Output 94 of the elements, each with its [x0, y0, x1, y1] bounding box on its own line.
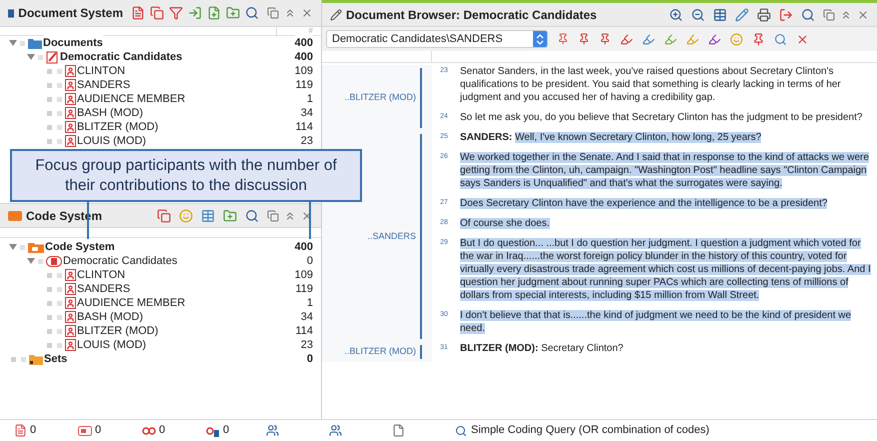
document-path-dropdown[interactable]: Democratic Candidates\SANDERS	[326, 30, 548, 48]
filter-icon[interactable]	[169, 6, 183, 20]
count-label: 119	[295, 76, 313, 94]
search-icon[interactable]	[245, 208, 259, 222]
highlighter-icon[interactable]	[642, 32, 655, 46]
paragraph-text: SANDERS: Well, I've known Secretary Clinton, how long, 25 years?	[459, 131, 762, 144]
person-icon	[65, 93, 76, 105]
paragraph-text: But I do question... ...but I do question her judgment. I question a judgment which voted for the war in Iraq......the worst foreign policy blunder in the history of this country, voted for virtually every disastrous trade agreement which cost us millions of decent-paying jobs. And I question her judgment about running super PACs which are collecting tens of millions of dollars from special interests, including $15 million from Wall Street.	[459, 237, 872, 302]
new-document-icon[interactable]	[207, 6, 221, 20]
import-icon[interactable]	[188, 6, 202, 20]
set-folder-icon	[29, 354, 43, 364]
export-icon[interactable]	[779, 8, 793, 22]
person-icon	[65, 325, 76, 337]
panel-title: Document System	[18, 5, 123, 22]
folder-icon	[28, 38, 42, 48]
maximize-icon[interactable]	[284, 210, 296, 222]
table-icon[interactable]	[201, 208, 215, 222]
document-set-icon	[46, 50, 59, 64]
callout: Focus group participants with the number of their contributions to the discussion	[10, 149, 362, 202]
expanded-triangle-icon[interactable]	[27, 53, 35, 61]
count-label: 0	[30, 423, 36, 438]
highlighter-icon[interactable]	[708, 32, 721, 46]
edit-icon[interactable]	[735, 8, 749, 22]
print-icon[interactable]	[757, 8, 771, 22]
tree-item[interactable]: Code System	[45, 238, 115, 256]
person-icon	[65, 297, 76, 309]
code-pin-icon[interactable]	[557, 33, 569, 45]
document-icon[interactable]	[14, 424, 27, 437]
variable-icon[interactable]	[206, 424, 220, 436]
person-icon	[65, 339, 76, 351]
person-icon	[65, 269, 76, 281]
code-margin-label[interactable]: ..BLITZER (MOD)	[344, 91, 416, 105]
person-icon	[65, 65, 76, 77]
count-label: 23	[300, 132, 313, 150]
maximize-icon[interactable]	[840, 8, 852, 20]
close-icon[interactable]	[796, 32, 809, 46]
paragraph-text: Of course she does.	[459, 217, 550, 230]
code-margin-label[interactable]: ..SANDERS	[367, 230, 416, 244]
panel-title: Document Browser: Democratic Candidates	[346, 6, 597, 24]
edit-icon[interactable]	[330, 8, 342, 20]
tree-item[interactable]: AUDIENCE MEMBER	[77, 90, 186, 108]
search-icon[interactable]	[774, 32, 787, 46]
copy-icon[interactable]	[157, 208, 171, 222]
close-icon[interactable]	[857, 8, 869, 20]
copy-icon[interactable]	[150, 6, 164, 20]
code-folder-icon	[28, 242, 44, 252]
expanded-triangle-icon[interactable]	[9, 243, 17, 251]
query-label: Simple Coding Query (OR combination of codes)	[471, 423, 710, 438]
person-icon	[65, 107, 76, 119]
restore-icon[interactable]	[823, 8, 835, 20]
expanded-triangle-icon[interactable]	[27, 257, 35, 265]
user-icon[interactable]	[266, 424, 279, 437]
code-system-icon	[8, 210, 22, 220]
dropdown-stepper-icon	[533, 31, 547, 47]
search-icon[interactable]	[801, 8, 815, 22]
table-icon[interactable]	[713, 8, 727, 22]
zoom-out-icon[interactable]	[691, 8, 705, 22]
document-icon[interactable]	[392, 424, 405, 437]
new-folder-icon[interactable]	[226, 6, 240, 20]
person-icon	[65, 283, 76, 295]
new-code-icon[interactable]	[223, 208, 237, 222]
paragraph-text: Senator Sanders, in the last week, you've raised questions about Secretary Clinton's qualifications to be president. You said that something is clearly lacking in terms of her judgment and you accused her of having a credibility gap.	[458, 65, 842, 104]
count-label: 0	[223, 423, 230, 438]
restore-icon[interactable]	[267, 7, 279, 19]
paragraph-text: I don't believe that that is......the kind of judgment we need to be the kind of president we need.	[459, 309, 852, 335]
count-label: 0	[159, 423, 166, 438]
maximize-icon[interactable]	[284, 7, 296, 19]
tree-item[interactable]: LOUIS (MOD)	[77, 132, 146, 150]
document-icon[interactable]	[131, 6, 145, 20]
count-label: 0	[95, 423, 102, 438]
pin-icon[interactable]	[752, 32, 765, 46]
document-system-icon	[8, 6, 14, 20]
person-icon	[65, 311, 76, 323]
person-icon	[65, 135, 76, 147]
person-icon	[65, 79, 76, 91]
count-label: 400	[294, 238, 313, 256]
highlighter-icon[interactable]	[664, 32, 677, 46]
search-icon[interactable]	[245, 6, 259, 20]
coded-segment-icon[interactable]	[142, 424, 156, 436]
user-icon[interactable]	[329, 424, 342, 437]
paragraph-text: So let me ask you, do you believe that Secretary Clinton has the judgment to be president?	[459, 111, 864, 124]
memo-icon[interactable]	[78, 426, 92, 436]
code-group-icon	[46, 256, 62, 266]
query-icon[interactable]	[455, 424, 467, 436]
person-icon	[65, 121, 76, 133]
close-icon[interactable]	[301, 7, 313, 19]
restore-icon[interactable]	[267, 210, 279, 222]
paragraph-text: BLITZER (MOD): Secretary Clinton?	[459, 342, 624, 355]
emoticon-icon[interactable]	[730, 32, 743, 46]
highlighter-icon[interactable]	[620, 32, 633, 46]
paragraph-text: We worked together in the Senate. And I said that in response to the kind of attacks we were getting from the Clinton, uh, campaign. "Washington Post" headline says "Clinton Campaign says Sanders is Unqualified" and that's what the surrogates were saying.	[459, 151, 870, 190]
zoom-in-icon[interactable]	[669, 8, 683, 22]
expanded-triangle-icon[interactable]	[9, 39, 17, 47]
paragraph-text: Does Secretary Clinton have the experience and the intelligence to be a president?	[459, 197, 828, 210]
